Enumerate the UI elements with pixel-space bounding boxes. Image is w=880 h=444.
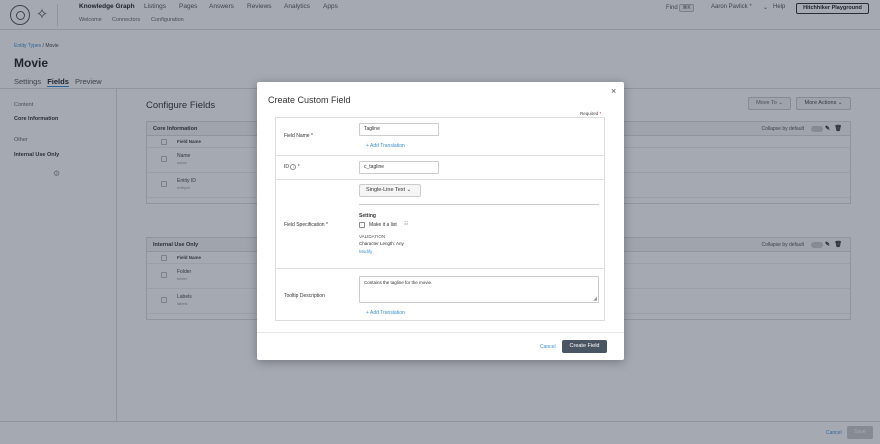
field-specification-label-text: Field Specification [284, 222, 325, 228]
create-custom-field-modal: Create Custom Field × Required * Field N… [257, 82, 624, 360]
modal-cancel-link[interactable]: Cancel [540, 344, 556, 350]
resize-handle-icon[interactable]: ◢ [593, 296, 597, 302]
setting-heading: Setting [359, 213, 376, 219]
field-specification-row: Field Specification * Single-Line Text ⌄… [276, 180, 604, 269]
character-length: Character Length: Any [359, 241, 404, 246]
spec-divider [359, 204, 599, 205]
required-note: Required * [580, 111, 601, 116]
id-row: ID i * c_tagline [276, 156, 604, 180]
chevron-down-icon: ⌄ [406, 187, 412, 193]
info-icon[interactable]: i [290, 164, 297, 170]
validation-heading: VALIDATION [359, 234, 386, 239]
modal-footer-divider [257, 332, 624, 333]
id-label-text: ID [284, 164, 289, 170]
field-specification-label: Field Specification * [284, 222, 328, 228]
tooltip-textarea[interactable]: Contains the tagline for the movie. ◢ [359, 276, 599, 303]
required-star: * [310, 133, 313, 139]
field-name-label-text: Field Name [284, 133, 310, 139]
tooltip-value: Contains the tagline for the movie. [364, 280, 433, 285]
list-icon: ☷ [404, 221, 409, 227]
field-type-value: Single-Line Text [366, 187, 406, 193]
tooltip-row: Tooltip Description Contains the tagline… [276, 269, 604, 322]
field-name-row: Field Name * Tagline + Add Translation [276, 118, 604, 156]
id-label: ID i * [284, 164, 300, 170]
field-name-label: Field Name * [284, 133, 313, 139]
tooltip-label: Tooltip Description [284, 293, 325, 299]
add-translation-link[interactable]: + Add Translation [366, 310, 405, 316]
add-translation-link[interactable]: + Add Translation [366, 143, 405, 149]
field-form: Field Name * Tagline + Add Translation I… [275, 117, 605, 321]
required-star: * [599, 111, 602, 116]
field-name-input[interactable]: Tagline [359, 123, 439, 136]
required-star: * [325, 222, 328, 228]
make-list-checkbox[interactable] [359, 222, 365, 228]
create-field-button[interactable]: Create Field [562, 340, 607, 353]
field-type-select[interactable]: Single-Line Text ⌄ [359, 184, 421, 197]
modify-link[interactable]: Modify [359, 249, 372, 254]
modal-title: Create Custom Field [268, 95, 351, 105]
make-list-label: Make it a list [369, 222, 397, 228]
id-input[interactable]: c_tagline [359, 161, 439, 174]
app-root: ✧ Knowledge Graph Listings Pages Answers… [0, 0, 880, 444]
close-icon[interactable]: × [611, 86, 616, 96]
required-star: * [297, 164, 300, 170]
required-label: Required [580, 111, 599, 116]
